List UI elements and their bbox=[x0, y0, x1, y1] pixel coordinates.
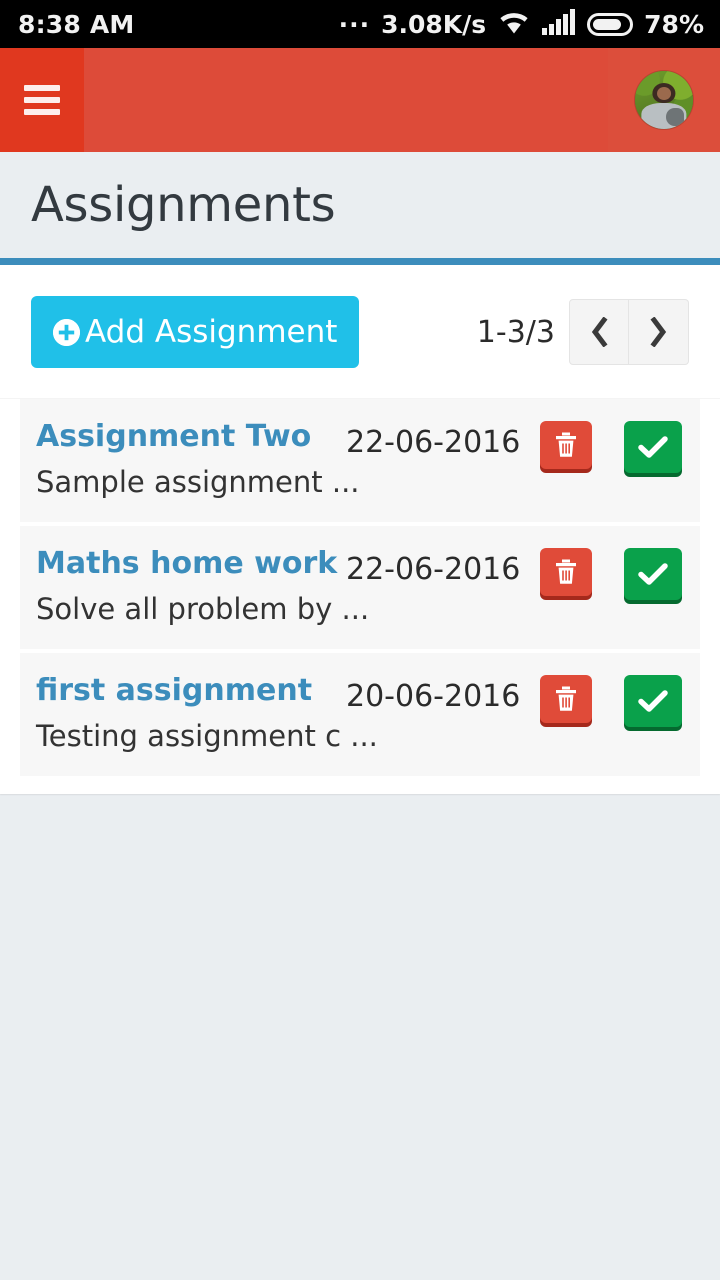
plus-circle-icon bbox=[53, 318, 80, 346]
page-header: Assignments bbox=[0, 152, 720, 258]
pagination-prev-button[interactable] bbox=[569, 299, 629, 365]
assignment-date: 22-06-2016 bbox=[346, 425, 521, 460]
assignment-title-link[interactable]: Maths home work bbox=[36, 546, 346, 583]
app-bar bbox=[0, 48, 720, 152]
delete-assignment-button[interactable] bbox=[540, 674, 592, 723]
assignment-title-link[interactable]: Assignment Two bbox=[36, 419, 346, 456]
assignment-description: Solve all problem by ... bbox=[36, 591, 370, 626]
assignment-description: Sample assignment ... bbox=[36, 464, 360, 499]
approve-assignment-button[interactable] bbox=[624, 421, 682, 473]
trash-icon bbox=[555, 432, 577, 458]
assignment-date: 20-06-2016 bbox=[346, 678, 521, 714]
page-title: Assignments bbox=[31, 177, 336, 233]
avatar bbox=[635, 71, 693, 129]
chevron-left-icon bbox=[589, 317, 609, 347]
add-assignment-label: Add Assignment bbox=[85, 313, 338, 350]
add-assignment-button[interactable]: Add Assignment bbox=[31, 296, 360, 368]
signal-bars-icon bbox=[542, 9, 576, 39]
row-main: first assignment Testing assignment c ..… bbox=[36, 673, 378, 754]
check-icon bbox=[638, 562, 668, 586]
network-speed-label: 3.08K/s bbox=[381, 9, 487, 39]
row-actions bbox=[540, 546, 682, 600]
trash-icon bbox=[555, 559, 577, 585]
table-row: Maths home work Solve all problem by ...… bbox=[20, 525, 700, 649]
chevron-right-icon bbox=[649, 317, 669, 347]
profile-button[interactable] bbox=[608, 48, 720, 152]
row-actions bbox=[540, 419, 682, 473]
assignment-title-link[interactable]: first assignment bbox=[36, 673, 346, 710]
table-row: first assignment Testing assignment c ..… bbox=[20, 652, 700, 776]
more-dots-icon: ... bbox=[338, 4, 371, 33]
pagination-buttons bbox=[569, 299, 689, 365]
assignment-description: Testing assignment c ... bbox=[36, 718, 378, 753]
trash-icon bbox=[555, 686, 577, 712]
check-icon bbox=[638, 435, 668, 459]
pagination-count: 1-3/3 bbox=[476, 314, 555, 350]
status-indicators: ... 3.08K/s 78% bbox=[338, 4, 704, 39]
status-bar: 8:38 AM ... 3.08K/s 78% bbox=[0, 0, 720, 48]
hamburger-menu-button[interactable] bbox=[0, 48, 84, 152]
check-icon bbox=[638, 689, 668, 713]
app-bar-spacer bbox=[84, 48, 608, 152]
pagination: 1-3/3 bbox=[477, 299, 689, 365]
row-main: Maths home work Solve all problem by ... bbox=[36, 546, 370, 627]
table-row: Assignment Two Sample assignment ... 22-… bbox=[20, 399, 700, 522]
pagination-next-button[interactable] bbox=[629, 299, 689, 365]
approve-assignment-button[interactable] bbox=[624, 547, 682, 600]
wifi-icon bbox=[497, 9, 531, 39]
card-toolbar: Add Assignment 1-3/3 bbox=[0, 265, 720, 399]
status-clock: 8:38 AM bbox=[18, 9, 135, 39]
delete-assignment-button[interactable] bbox=[540, 421, 592, 469]
hamburger-menu-icon bbox=[24, 85, 60, 115]
row-main: Assignment Two Sample assignment ... bbox=[36, 419, 360, 500]
assignments-list: Assignment Two Sample assignment ... 22-… bbox=[0, 399, 720, 776]
delete-assignment-button[interactable] bbox=[540, 547, 592, 596]
battery-icon bbox=[587, 12, 634, 36]
approve-assignment-button[interactable] bbox=[624, 674, 682, 727]
assignments-card: Add Assignment 1-3/3 Assignment Two Samp… bbox=[0, 258, 720, 794]
assignment-date: 22-06-2016 bbox=[346, 551, 521, 587]
row-actions bbox=[540, 673, 682, 727]
battery-percent-label: 78% bbox=[644, 9, 704, 39]
